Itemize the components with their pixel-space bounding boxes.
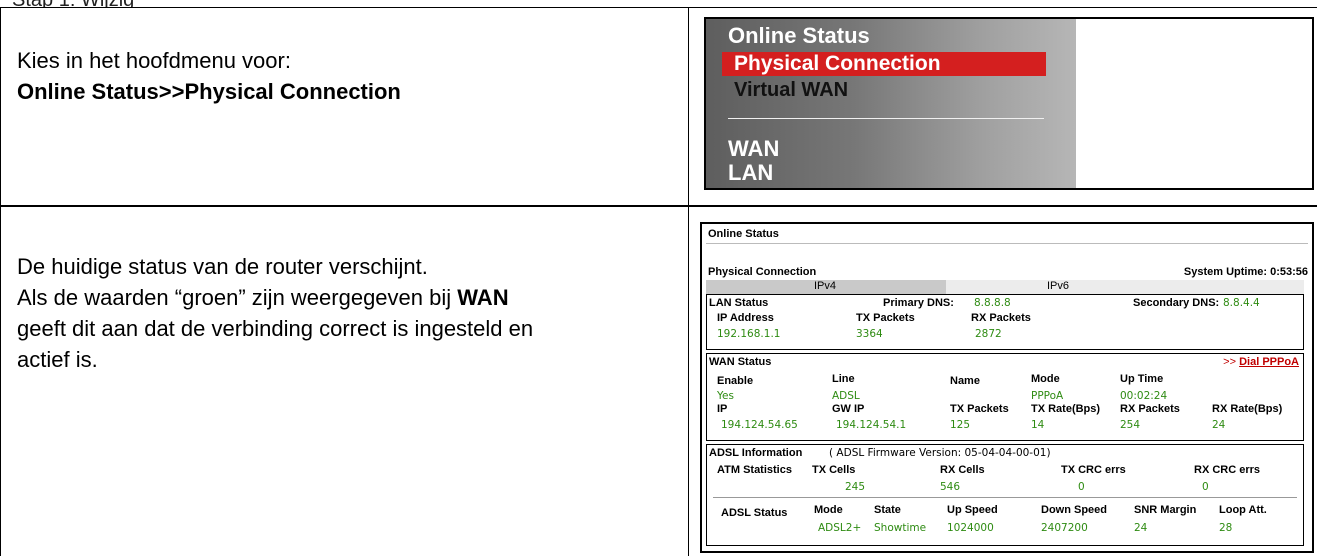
adsl-header-loopatt: Loop Att.	[1219, 504, 1267, 516]
lan-status-title: LAN Status	[709, 297, 769, 309]
wan-value-rxrate: 24	[1212, 419, 1226, 431]
wan-header-txpackets: TX Packets	[950, 403, 1009, 415]
router-status-screenshot: Online Status Physical Connection System…	[700, 222, 1314, 553]
lan-value-rx: 2872	[975, 328, 1002, 340]
row2-description: De huidige status van de router verschij…	[17, 251, 533, 375]
dial-pppoa-link[interactable]: >> Dial PPPoA	[1223, 356, 1299, 369]
wan-header-gwip: GW IP	[832, 403, 865, 415]
wan-header-ip: IP	[717, 403, 728, 415]
adsl-header-mode: Mode	[814, 504, 843, 516]
router-ip-tabs: IPv4 IPv6	[706, 280, 1304, 294]
wan-header-rxpackets: RX Packets	[1120, 403, 1180, 415]
wan-header-rxrate: RX Rate(Bps)	[1212, 403, 1283, 415]
wan-value-enable: Yes	[717, 390, 734, 402]
row2-line4: actief is.	[17, 347, 98, 372]
lan-primary-dns-value: 8.8.8.8	[974, 297, 1011, 309]
tab-ipv6[interactable]: IPv6	[946, 280, 1304, 294]
adsl-value-mode: ADSL2+	[818, 522, 862, 534]
adsl-status-label: ADSL Status	[721, 507, 788, 519]
adsl-value-state: Showtime	[874, 522, 927, 534]
router-section-title: Physical Connection	[708, 266, 817, 278]
lan-header-ip: IP Address	[717, 312, 774, 324]
adsl-value-upspeed: 1024000	[947, 522, 994, 534]
lan-header-tx: TX Packets	[856, 312, 915, 324]
adsl-inner-divider	[713, 497, 1297, 498]
lan-status-box: LAN Status Primary DNS: 8.8.8.8 Secondar…	[706, 294, 1304, 350]
wan-header-line: Line	[832, 373, 855, 385]
wan-value-line: ADSL	[832, 390, 860, 402]
lan-secondary-dns-value: 8.8.4.4	[1223, 297, 1260, 309]
menu-item-virtual-wan[interactable]: Virtual WAN	[734, 79, 848, 102]
lan-value-tx: 3364	[856, 328, 883, 340]
lan-value-ip: 192.168.1.1	[717, 328, 781, 340]
menu-item-lan[interactable]: LAN	[728, 160, 773, 186]
atm-value-txcells: 245	[845, 481, 866, 493]
table-column-divider	[688, 7, 689, 556]
row1-line1: Kies in het hoofdmenu voor:	[17, 48, 291, 73]
router-title-underline	[706, 243, 1308, 244]
wan-value-mode: PPPoA	[1031, 390, 1064, 402]
table-top-border	[0, 7, 1317, 8]
dial-pppoa-label: Dial PPPoA	[1239, 356, 1299, 368]
router-page-title: Online Status	[708, 228, 779, 240]
adsl-header-downspeed: Down Speed	[1041, 504, 1108, 516]
atm-value-rxcrc: 0	[1202, 481, 1209, 493]
adsl-value-snr: 24	[1134, 522, 1148, 534]
atm-header-rxcells: RX Cells	[940, 464, 985, 476]
wan-value-txrate: 14	[1031, 419, 1045, 431]
wan-status-title: WAN Status	[709, 356, 772, 368]
wan-value-uptime: 00:02:24	[1120, 390, 1168, 402]
wan-header-uptime: Up Time	[1120, 373, 1164, 385]
wan-value-rxpackets: 254	[1120, 419, 1141, 431]
tab-ipv4-label: IPv4	[814, 280, 837, 292]
wan-header-mode: Mode	[1031, 373, 1060, 385]
wan-value-ip: 194.124.54.65	[721, 419, 798, 431]
adsl-header-state: State	[874, 504, 901, 516]
tab-ipv4[interactable]: IPv4	[706, 280, 946, 294]
menu-title-online-status[interactable]: Online Status	[728, 23, 870, 49]
adsl-header-upspeed: Up Speed	[947, 504, 998, 516]
menu-screenshot: Online Status Physical Connection Virtua…	[704, 17, 1314, 190]
menu-item-wan[interactable]: WAN	[728, 136, 779, 162]
row2-line2: Als de waarden “groen” zijn weergegeven …	[17, 282, 533, 313]
atm-value-txcrc: 0	[1078, 481, 1085, 493]
atm-value-rxcells: 546	[940, 481, 961, 493]
lan-secondary-dns-label: Secondary DNS:	[1133, 297, 1220, 309]
dial-prefix: >>	[1223, 356, 1237, 368]
atm-header-txcrc: TX CRC errs	[1061, 464, 1126, 476]
adsl-firmware-version: ( ADSL Firmware Version: 05-04-04-00-01)	[829, 447, 1051, 459]
adsl-header-snr: SNR Margin	[1134, 504, 1197, 516]
atm-header-rxcrc: RX CRC errs	[1194, 464, 1261, 476]
table-left-border	[0, 7, 1, 556]
row2-line1: De huidige status van de router verschij…	[17, 254, 428, 279]
row1-instruction: Kies in het hoofdmenu voor: Online Statu…	[17, 45, 401, 107]
atm-statistics-label: ATM Statistics	[717, 464, 792, 476]
row2-line3: geeft dit aan dat de verbinding correct …	[17, 316, 534, 341]
adsl-value-downspeed: 2407200	[1041, 522, 1088, 534]
wan-value-gwip: 194.124.54.1	[836, 419, 907, 431]
lan-primary-dns-label: Primary DNS:	[883, 297, 954, 309]
adsl-info-title: ADSL Information	[709, 447, 803, 459]
adsl-info-box: ADSL Information ( ADSL Firmware Version…	[706, 444, 1304, 546]
row1-menu-path: Online Status>>Physical Connection	[17, 79, 401, 104]
wan-header-enable: Enable	[717, 375, 754, 387]
table-row-divider	[0, 205, 1317, 207]
wan-status-box: WAN Status >> Dial PPPoA Enable Line Nam…	[706, 353, 1304, 441]
tab-ipv6-label: IPv6	[1047, 280, 1070, 292]
atm-header-txcells: TX Cells	[812, 464, 856, 476]
adsl-value-loopatt: 28	[1219, 522, 1233, 534]
wan-header-txrate: TX Rate(Bps)	[1031, 403, 1101, 415]
row2-wan-bold: WAN	[457, 285, 509, 310]
menu-separator	[728, 118, 1044, 119]
wan-value-txpackets: 125	[950, 419, 971, 431]
router-system-uptime: System Uptime: 0:53:56	[1183, 266, 1308, 278]
row2-line2-text: Als de waarden “groen” zijn weergegeven …	[17, 285, 458, 310]
lan-header-rx: RX Packets	[971, 312, 1031, 324]
menu-item-physical-connection[interactable]: Physical Connection	[734, 52, 941, 76]
wan-header-name: Name	[950, 375, 980, 387]
